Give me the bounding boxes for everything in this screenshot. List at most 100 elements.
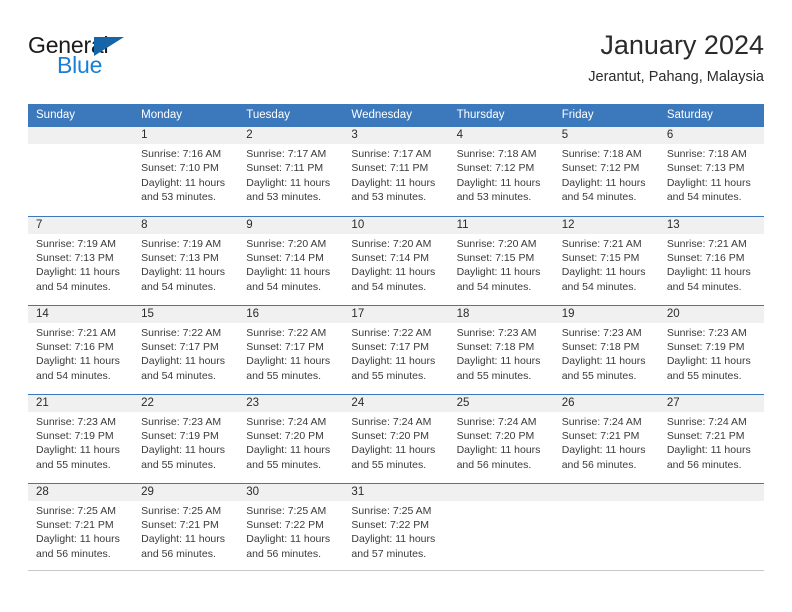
day-number — [553, 483, 659, 501]
day-sun-info: Sunrise: 7:19 AM Sunset: 7:13 PM Daylight:… — [133, 234, 238, 295]
daylight-duration-line2: and 55 minutes. — [456, 369, 532, 382]
daylight-duration-line1: Daylight: 11 hours — [666, 266, 751, 279]
calendar-day-cell[interactable]: 29 Sunrise: 7:25 AM Sunset: 7:21 PM Dayligh… — [133, 482, 239, 572]
sunset-time: Sunset: 7:13 PM — [141, 251, 219, 264]
day-sun-info: Sunrise: 7:17 AM Sunset: 7:11 PM Daylight:… — [343, 144, 448, 205]
sunrise-time: Sunrise: 7:24 AM — [456, 415, 537, 428]
calendar-day-cell[interactable]: 15 Sunrise: 7:22 AM Sunset: 7:17 PM Dayligh… — [133, 304, 239, 394]
logo-text-blue: Blue — [57, 52, 103, 78]
sunset-time: Sunset: 7:21 PM — [36, 518, 114, 531]
day-number: 25 — [448, 394, 554, 412]
calendar-day-cell[interactable]: 18 Sunrise: 7:23 AM Sunset: 7:18 PM Dayligh… — [448, 304, 554, 394]
daylight-duration-line1: Daylight: 11 hours — [561, 355, 646, 368]
day-number: 18 — [448, 305, 554, 323]
day-number: 3 — [343, 127, 449, 144]
daylight-duration-line2: and 54 minutes. — [351, 280, 427, 293]
calendar-day-cell[interactable]: 24 Sunrise: 7:24 AM Sunset: 7:20 PM Dayligh… — [343, 393, 449, 483]
day-number: 13 — [658, 216, 764, 234]
calendar-day-cell[interactable]: 9 Sunrise: 7:20 AM Sunset: 7:14 PM Daylight… — [238, 215, 344, 305]
weekday-header-sunday: Sunday — [28, 104, 134, 127]
calendar-day-cell[interactable]: 30 Sunrise: 7:25 AM Sunset: 7:22 PM Dayligh… — [238, 482, 344, 572]
calendar-day-cell[interactable]: 22 Sunrise: 7:23 AM Sunset: 7:19 PM Dayligh… — [133, 393, 239, 483]
generalblue-logo[interactable]: General Blue — [28, 32, 208, 88]
daylight-duration-line1: Daylight: 11 hours — [351, 355, 436, 368]
calendar-day-cell[interactable]: 16 Sunrise: 7:22 AM Sunset: 7:17 PM Dayligh… — [238, 304, 344, 394]
sunset-time: Sunset: 7:19 PM — [666, 340, 745, 353]
calendar-day-cell[interactable]: 6 Sunrise: 7:18 AM Sunset: 7:13 PM Daylight… — [658, 127, 764, 216]
daylight-duration-line1: Daylight: 11 hours — [561, 176, 646, 189]
day-number: 7 — [28, 216, 134, 234]
calendar-day-cell[interactable]: 1 Sunrise: 7:16 AM Sunset: 7:10 PM Daylight… — [133, 127, 239, 216]
calendar-week-row: 7 Sunrise: 7:19 AM Sunset: 7:13 PM Daylight… — [28, 215, 764, 305]
weekday-header-wednesday: Wednesday — [343, 104, 449, 127]
daylight-duration-line2: and 55 minutes. — [666, 369, 742, 382]
day-number: 21 — [28, 394, 134, 412]
weekday-header-tuesday: Tuesday — [238, 104, 344, 127]
day-sun-info: Sunrise: 7:20 AM Sunset: 7:15 PM Daylight:… — [449, 234, 554, 295]
calendar-day-cell[interactable]: 11 Sunrise: 7:20 AM Sunset: 7:15 PM Dayligh… — [448, 215, 554, 305]
day-number: 9 — [238, 216, 344, 234]
calendar-week-row: 14 Sunrise: 7:21 AM Sunset: 7:16 PM Dayligh… — [28, 304, 764, 394]
calendar-week-row: 21 Sunrise: 7:23 AM Sunset: 7:19 PM Dayligh… — [28, 393, 764, 483]
sunrise-time: Sunrise: 7:20 AM — [351, 237, 432, 250]
daylight-duration-line1: Daylight: 11 hours — [246, 444, 331, 457]
sunset-time: Sunset: 7:12 PM — [561, 162, 640, 175]
calendar-day-cell[interactable]: 21 Sunrise: 7:23 AM Sunset: 7:19 PM Dayligh… — [28, 393, 134, 483]
day-number — [448, 483, 554, 501]
sunset-time: Sunset: 7:17 PM — [351, 340, 430, 353]
daylight-duration-line2: and 55 minutes. — [36, 458, 111, 471]
calendar-day-cell[interactable]: 14 Sunrise: 7:21 AM Sunset: 7:16 PM Dayligh… — [28, 304, 134, 394]
calendar-day-cell[interactable]: 20 Sunrise: 7:23 AM Sunset: 7:19 PM Dayligh… — [658, 304, 764, 394]
day-number: 5 — [553, 127, 659, 144]
day-sun-info: Sunrise: 7:21 AM Sunset: 7:16 PM Daylight:… — [28, 323, 133, 384]
sunset-time: Sunset: 7:21 PM — [141, 518, 219, 531]
daylight-duration-line1: Daylight: 11 hours — [141, 176, 225, 189]
day-sun-info: Sunrise: 7:24 AM Sunset: 7:21 PM Daylight:… — [554, 412, 659, 473]
calendar-day-cell[interactable]: 5 Sunrise: 7:18 AM Sunset: 7:12 PM Daylight… — [553, 127, 659, 216]
daylight-duration-line1: Daylight: 11 hours — [246, 266, 331, 279]
sunset-time: Sunset: 7:17 PM — [141, 340, 219, 353]
calendar-day-cell[interactable]: 3 Sunrise: 7:17 AM Sunset: 7:11 PM Daylight… — [343, 127, 449, 216]
day-sun-info: Sunrise: 7:20 AM Sunset: 7:14 PM Daylight:… — [343, 234, 448, 295]
daylight-duration-line1: Daylight: 11 hours — [246, 176, 331, 189]
calendar-day-cell[interactable]: 26 Sunrise: 7:24 AM Sunset: 7:21 PM Dayligh… — [553, 393, 659, 483]
day-sun-info: Sunrise: 7:24 AM Sunset: 7:20 PM Daylight:… — [449, 412, 554, 473]
day-number: 17 — [343, 305, 449, 323]
calendar-day-cell[interactable]: 7 Sunrise: 7:19 AM Sunset: 7:13 PM Daylight… — [28, 215, 134, 305]
calendar-day-cell[interactable]: 2 Sunrise: 7:17 AM Sunset: 7:11 PM Daylight… — [238, 127, 344, 216]
day-sun-info: Sunrise: 7:22 AM Sunset: 7:17 PM Daylight:… — [343, 323, 448, 384]
day-number: 30 — [238, 483, 344, 501]
calendar-table: Sunday Monday Tuesday Wednesday Thursday… — [28, 104, 764, 572]
daylight-duration-line1: Daylight: 11 hours — [666, 444, 751, 457]
calendar-day-cell[interactable]: 27 Sunrise: 7:24 AM Sunset: 7:21 PM Dayligh… — [658, 393, 764, 483]
calendar-day-cell[interactable]: 23 Sunrise: 7:24 AM Sunset: 7:20 PM Dayligh… — [238, 393, 344, 483]
calendar-day-cell[interactable]: 10 Sunrise: 7:20 AM Sunset: 7:14 PM Dayligh… — [343, 215, 449, 305]
day-number: 23 — [238, 394, 344, 412]
sunset-time: Sunset: 7:20 PM — [456, 429, 535, 442]
sunset-time: Sunset: 7:15 PM — [561, 251, 640, 264]
sunset-time: Sunset: 7:21 PM — [666, 429, 745, 442]
weekday-header-friday: Friday — [553, 104, 659, 127]
sunset-time: Sunset: 7:12 PM — [456, 162, 535, 175]
calendar-day-cell[interactable]: 8 Sunrise: 7:19 AM Sunset: 7:13 PM Daylight… — [133, 215, 239, 305]
calendar-day-cell[interactable]: 28 Sunrise: 7:25 AM Sunset: 7:21 PM Dayligh… — [28, 482, 134, 572]
calendar-page: General Blue January 2024 Jerantut, Paha… — [0, 0, 792, 612]
daylight-duration-line1: Daylight: 11 hours — [666, 176, 751, 189]
calendar-day-cell[interactable]: 19 Sunrise: 7:23 AM Sunset: 7:18 PM Dayligh… — [553, 304, 659, 394]
calendar-day-cell[interactable]: 13 Sunrise: 7:21 AM Sunset: 7:16 PM Dayligh… — [658, 215, 764, 305]
calendar-day-cell[interactable]: 25 Sunrise: 7:24 AM Sunset: 7:20 PM Dayligh… — [448, 393, 554, 483]
calendar-day-cell[interactable]: 12 Sunrise: 7:21 AM Sunset: 7:15 PM Dayligh… — [553, 215, 659, 305]
daylight-duration-line1: Daylight: 11 hours — [141, 266, 225, 279]
sunrise-time: Sunrise: 7:19 AM — [36, 237, 116, 250]
calendar-day-cell[interactable]: 31 Sunrise: 7:25 AM Sunset: 7:22 PM Dayligh… — [343, 482, 449, 572]
sunrise-time: Sunrise: 7:23 AM — [141, 415, 222, 428]
calendar-day-cell[interactable]: 4 Sunrise: 7:18 AM Sunset: 7:12 PM Daylight… — [448, 127, 554, 216]
day-number: 4 — [448, 127, 554, 144]
daylight-duration-line2: and 53 minutes. — [351, 191, 427, 204]
daylight-duration-line1: Daylight: 11 hours — [246, 533, 331, 546]
daylight-duration-line2: and 53 minutes. — [141, 191, 216, 204]
day-sun-info: Sunrise: 7:18 AM Sunset: 7:13 PM Daylight:… — [659, 144, 764, 205]
calendar-day-cell[interactable]: 17 Sunrise: 7:22 AM Sunset: 7:17 PM Dayligh… — [343, 304, 449, 394]
daylight-duration-line2: and 55 minutes. — [351, 458, 427, 471]
daylight-duration-line1: Daylight: 11 hours — [36, 266, 120, 279]
